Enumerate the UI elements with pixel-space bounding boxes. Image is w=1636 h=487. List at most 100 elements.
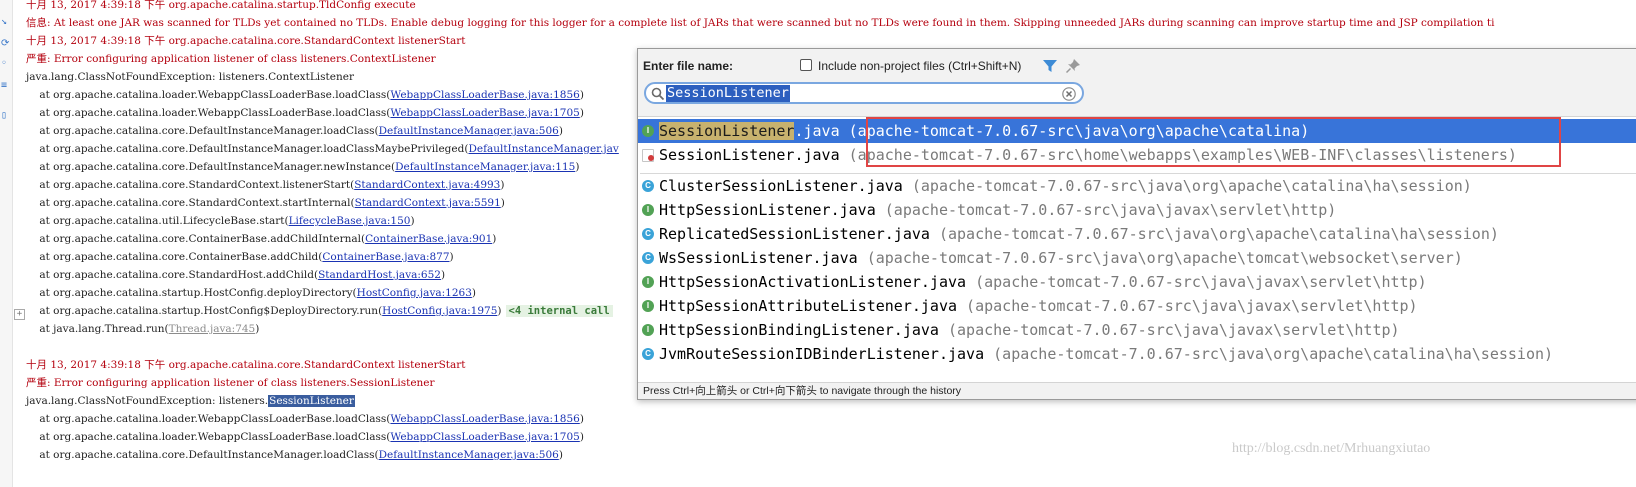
file-name-input[interactable]: SessionListener bbox=[666, 85, 790, 102]
stack-frame-text: at org.apache.catalina.core.DefaultInsta… bbox=[26, 143, 469, 155]
result-file-name: WsSessionListener.java bbox=[659, 249, 858, 267]
console-line: at org.apache.catalina.loader.WebappClas… bbox=[26, 86, 584, 104]
stack-frame-text: at org.apache.catalina.loader.WebappClas… bbox=[26, 89, 391, 101]
goto-file-popup: Enter file name: Include non-project fil… bbox=[637, 48, 1636, 400]
source-link[interactable]: HostConfig.java:1263 bbox=[357, 287, 472, 299]
result-file-name: JvmRouteSessionIDBinderListener.java bbox=[659, 345, 985, 363]
annotation-highlight-box bbox=[866, 117, 1561, 167]
console-line-text: 十月 13, 2017 4:39:18 下午 org.apache.catali… bbox=[26, 359, 466, 371]
stack-frame-text: at org.apache.catalina.core.ContainerBas… bbox=[26, 251, 323, 263]
source-link[interactable]: StandardContext.java:4993 bbox=[354, 179, 500, 191]
result-item[interactable]: I HttpSessionAttributeListener.java (apac… bbox=[638, 294, 1636, 318]
result-item[interactable]: C WsSessionListener.java (apache-tomcat-7… bbox=[638, 246, 1636, 270]
enter-file-name-label: Enter file name: bbox=[643, 59, 734, 73]
console-line: 十月 13, 2017 4:39:18 下午 org.apache.catali… bbox=[26, 0, 416, 14]
console-line: at org.apache.catalina.core.DefaultInsta… bbox=[26, 140, 618, 158]
result-file-name: HttpSessionBindingListener.java bbox=[659, 321, 939, 339]
class-icon: C bbox=[642, 348, 654, 360]
result-item[interactable]: C ClusterSessionListener.java (apache-tom… bbox=[638, 174, 1636, 198]
source-link[interactable]: DefaultInstanceManager.jav bbox=[468, 143, 618, 155]
match-highlight: SessionListener bbox=[659, 122, 795, 140]
source-link[interactable]: StandardContext.java:5591 bbox=[355, 197, 501, 209]
source-link[interactable]: WebappClassLoaderBase.java:1856 bbox=[390, 89, 579, 101]
result-file-name: .java bbox=[794, 122, 840, 140]
stack-frame-suffix: ) bbox=[497, 305, 502, 317]
delete-icon[interactable]: ▯ bbox=[1, 110, 10, 122]
source-link[interactable]: WebappClassLoaderBase.java:1705 bbox=[390, 107, 579, 119]
result-file-name: ClusterSessionListener.java bbox=[659, 177, 903, 195]
stack-frame-text: at org.apache.catalina.core.DefaultInsta… bbox=[26, 161, 396, 173]
result-file-name: ReplicatedSessionListener.java bbox=[659, 225, 930, 243]
source-link[interactable]: HostConfig.java:1975 bbox=[382, 305, 497, 317]
source-link[interactable]: ContainerBase.java:877 bbox=[322, 251, 449, 263]
source-link[interactable]: DefaultInstanceManager.java:115 bbox=[395, 161, 575, 173]
result-file-name: SessionListener.java bbox=[659, 146, 840, 164]
stack-frame-text: at java.lang.Thread.run( bbox=[26, 323, 169, 335]
stack-frame-text: at org.apache.catalina.core.StandardCont… bbox=[26, 179, 355, 191]
result-path: (apache-tomcat-7.0.67-src\java\javax\ser… bbox=[948, 321, 1400, 339]
source-link[interactable]: Thread.java:745 bbox=[169, 323, 256, 335]
result-name: HttpSessionAttributeListener.java (apach… bbox=[659, 294, 1418, 318]
console-line-text: java.lang.ClassNotFoundException: listen… bbox=[26, 71, 354, 83]
source-link[interactable]: StandardHost.java:652 bbox=[318, 269, 441, 281]
console-line-text: 严重: Error configuring application listen… bbox=[26, 53, 436, 65]
stop-icon[interactable]: ◦ bbox=[1, 58, 10, 70]
stack-frame-text: java.lang.ClassNotFoundException: listen… bbox=[26, 395, 269, 407]
result-name: ReplicatedSessionListener.java (apache-t… bbox=[659, 222, 1499, 246]
result-item[interactable]: I HttpSessionActivationListener.java (apa… bbox=[638, 270, 1636, 294]
source-link[interactable]: LifecycleBase.java:150 bbox=[289, 215, 411, 227]
stack-frame-text: at org.apache.catalina.core.StandardCont… bbox=[26, 197, 355, 209]
source-link[interactable]: DefaultInstanceManager.java:506 bbox=[379, 449, 559, 461]
selected-text[interactable]: SessionListener bbox=[268, 395, 355, 407]
result-item[interactable]: I HttpSessionListener.java (apache-tomcat… bbox=[638, 198, 1636, 222]
console-line: at org.apache.catalina.loader.WebappClas… bbox=[26, 104, 584, 122]
stack-frame-suffix: ) bbox=[558, 125, 563, 137]
arrow-icon[interactable]: ↘ bbox=[1, 16, 10, 28]
result-path: (apache-tomcat-7.0.67-src\java\org\apach… bbox=[911, 177, 1472, 195]
interface-icon: I bbox=[642, 324, 654, 336]
stack-frame-text: at org.apache.catalina.core.ContainerBas… bbox=[26, 233, 366, 245]
source-link[interactable]: ContainerBase.java:901 bbox=[365, 233, 492, 245]
result-name: HttpSessionBindingListener.java (apache-… bbox=[659, 318, 1400, 342]
result-path: (apache-tomcat-7.0.67-src\java\javax\ser… bbox=[966, 297, 1418, 315]
clear-search-icon[interactable] bbox=[1062, 87, 1076, 101]
source-link[interactable]: WebappClassLoaderBase.java:1856 bbox=[390, 413, 579, 425]
interface-icon: I bbox=[642, 204, 654, 216]
console-icon[interactable]: ≡ bbox=[1, 80, 10, 92]
result-item[interactable]: I HttpSessionBindingListener.java (apache… bbox=[638, 318, 1636, 342]
stack-frame-text: at org.apache.catalina.loader.WebappClas… bbox=[26, 413, 391, 425]
console-line: 严重: Error configuring application listen… bbox=[26, 50, 436, 68]
console-line: java.lang.ClassNotFoundException: listen… bbox=[26, 68, 354, 86]
console-line: at java.lang.Thread.run(Thread.java:745) bbox=[26, 320, 259, 338]
internal-calls-badge[interactable]: <4 internal call bbox=[505, 305, 613, 317]
console-line: 十月 13, 2017 4:39:18 下午 org.apache.catali… bbox=[26, 356, 466, 374]
filter-icon[interactable] bbox=[1042, 58, 1058, 74]
console-line: at org.apache.catalina.loader.WebappClas… bbox=[26, 428, 584, 446]
result-name: HttpSessionListener.java (apache-tomcat-… bbox=[659, 198, 1336, 222]
result-item[interactable]: C ReplicatedSessionListener.java (apache-… bbox=[638, 222, 1636, 246]
include-non-project-label[interactable]: Include non-project files (Ctrl+Shift+N) bbox=[818, 59, 1021, 73]
file-name-search-box[interactable]: SessionListener bbox=[644, 82, 1084, 104]
stack-frame-text: at org.apache.catalina.core.StandardHost… bbox=[26, 269, 319, 281]
source-link[interactable]: WebappClassLoaderBase.java:1705 bbox=[390, 431, 579, 443]
result-name: JvmRouteSessionIDBinderListener.java (ap… bbox=[659, 342, 1553, 366]
console-line: at org.apache.catalina.core.DefaultInsta… bbox=[26, 158, 579, 176]
pin-icon[interactable] bbox=[1065, 58, 1081, 74]
console-line: at org.apache.catalina.core.DefaultInsta… bbox=[26, 446, 563, 464]
console-line: at org.apache.catalina.startup.HostConfi… bbox=[26, 284, 476, 302]
fold-toggle-icon[interactable]: + bbox=[14, 309, 25, 320]
results-list[interactable]: I SessionListener.java (apache-tomcat-7.0… bbox=[638, 116, 1636, 383]
result-path: (apache-tomcat-7.0.67-src\java\org\apach… bbox=[938, 225, 1499, 243]
stack-frame-suffix: ) bbox=[579, 89, 584, 101]
class-icon: C bbox=[642, 180, 654, 192]
stack-frame-text: at org.apache.catalina.startup.HostConfi… bbox=[26, 305, 383, 317]
result-name: HttpSessionActivationListener.java (apac… bbox=[659, 270, 1427, 294]
stack-frame-suffix: ) bbox=[500, 179, 505, 191]
console-line-text: 严重: Error configuring application listen… bbox=[26, 377, 435, 389]
include-non-project-checkbox[interactable] bbox=[800, 59, 812, 71]
interface-icon: I bbox=[642, 125, 654, 137]
stack-frame-text: at org.apache.catalina.core.DefaultInsta… bbox=[26, 449, 379, 461]
source-link[interactable]: DefaultInstanceManager.java:506 bbox=[379, 125, 559, 137]
result-item[interactable]: C JvmRouteSessionIDBinderListener.java (a… bbox=[638, 342, 1636, 366]
rerun-icon[interactable]: ⟳ bbox=[1, 38, 10, 50]
